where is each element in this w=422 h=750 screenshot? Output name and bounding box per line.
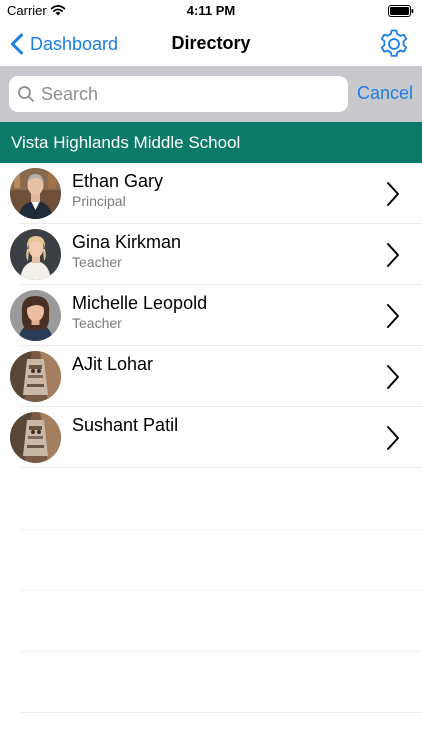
avatar <box>10 168 61 219</box>
person-role: Principal <box>72 193 126 209</box>
status-time: 4:11 PM <box>186 3 236 18</box>
status-bar: Carrier 4:11 PM <box>0 0 422 22</box>
list-item[interactable]: Ethan Gary Principal <box>0 163 422 224</box>
avatar <box>10 290 61 341</box>
cancel-button[interactable]: Cancel <box>357 83 413 104</box>
search-bar: Cancel <box>0 66 422 122</box>
avatar <box>10 351 61 402</box>
chevron-right-icon <box>387 426 399 450</box>
navigation-bar: Dashboard Directory <box>0 22 422 66</box>
avatar <box>10 412 61 463</box>
person-name: Michelle Leopold <box>72 293 208 313</box>
empty-row-separator <box>20 651 422 652</box>
search-input[interactable] <box>41 83 331 105</box>
empty-row-separator <box>20 590 422 591</box>
person-role: Teacher <box>72 254 122 270</box>
chevron-right-icon <box>387 365 399 389</box>
person-name: Sushant Patil <box>72 415 179 435</box>
battery-icon <box>388 5 414 17</box>
list-item[interactable]: Sushant Patil <box>0 407 422 468</box>
list-item[interactable]: Michelle Leopold Teacher <box>0 285 422 346</box>
avatar <box>10 229 61 280</box>
person-name: AJit Lohar <box>72 354 154 374</box>
section-title: Vista Highlands Middle School <box>11 133 241 152</box>
list-item[interactable]: Gina Kirkman Teacher <box>0 224 422 285</box>
chevron-right-icon <box>387 182 399 206</box>
chevron-right-icon <box>387 304 399 328</box>
gear-icon[interactable] <box>378 28 410 60</box>
page-title: Directory <box>171 33 251 53</box>
person-role: Teacher <box>72 315 122 331</box>
section-header: Vista Highlands Middle School <box>0 122 422 163</box>
empty-row-separator <box>20 529 422 530</box>
person-name: Gina Kirkman <box>72 232 182 252</box>
directory-list: Ethan Gary Principal Gina Kirkman Teache… <box>0 163 422 468</box>
search-field[interactable] <box>9 76 348 112</box>
search-icon <box>18 86 34 102</box>
person-name: Ethan Gary <box>72 171 164 191</box>
list-item[interactable]: AJit Lohar <box>0 346 422 407</box>
chevron-right-icon <box>387 243 399 267</box>
empty-row-separator <box>20 712 422 713</box>
